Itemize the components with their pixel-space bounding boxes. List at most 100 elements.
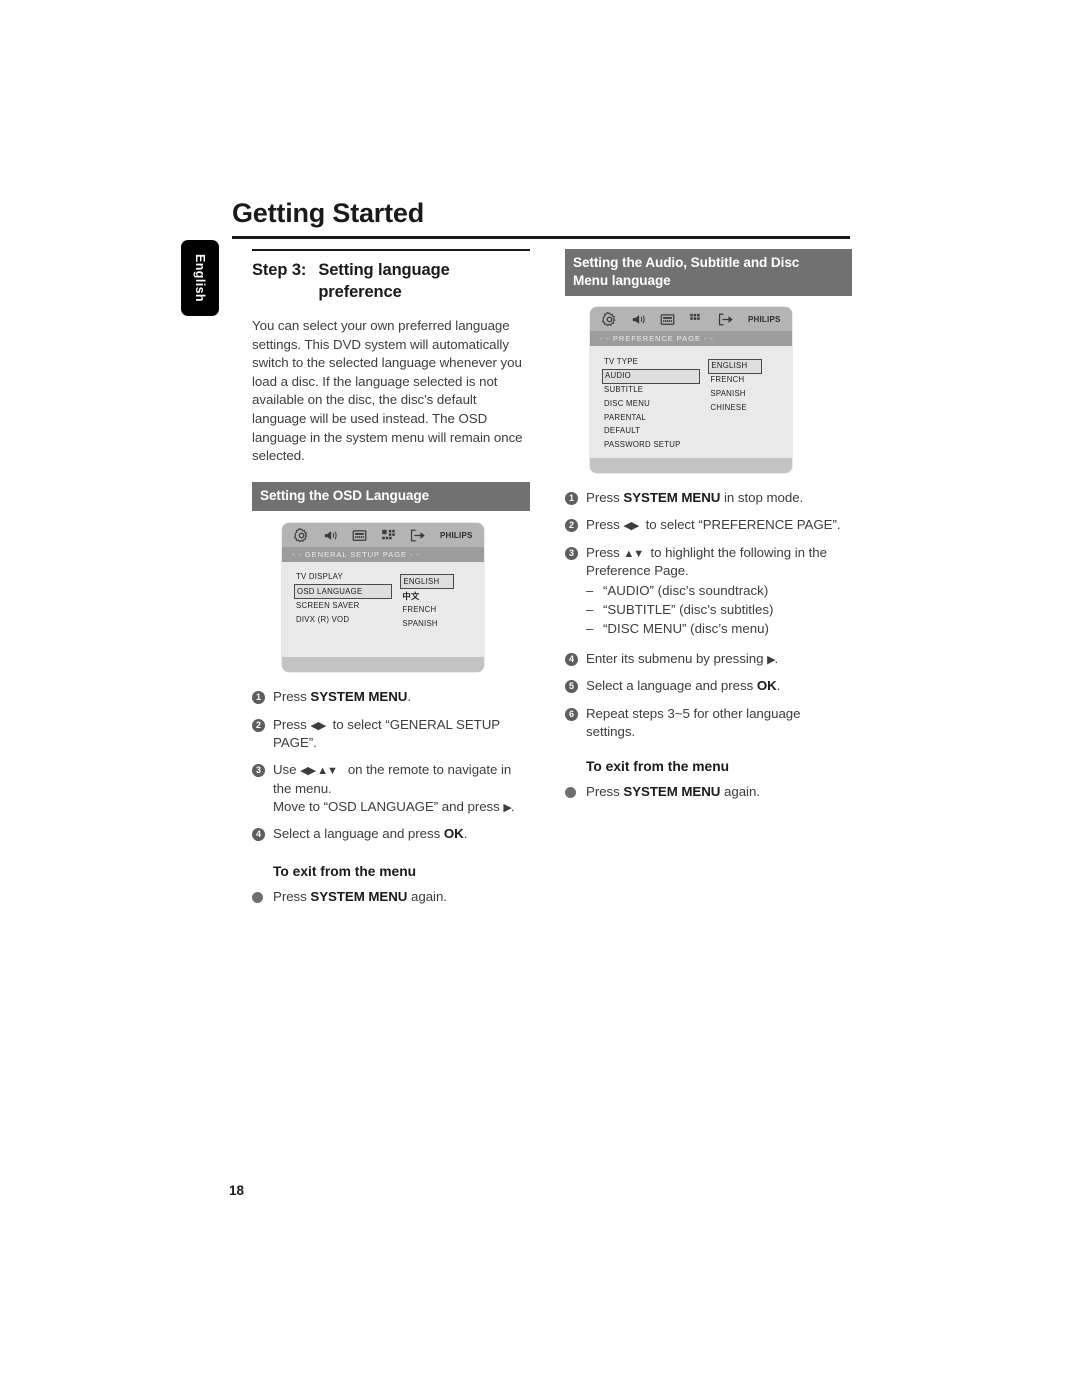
osd-icon-bar: PHILIPS: [590, 307, 792, 332]
step-item: 1 Press SYSTEM MENU.: [252, 688, 530, 706]
sublist-text: “AUDIO” (disc’s soundtrack): [603, 583, 769, 599]
intro-paragraph: You can select your own preferred langua…: [252, 318, 523, 464]
left-column: Step 3: Setting language preference You …: [252, 249, 530, 915]
osd-menu-item[interactable]: TV DISPLAY: [294, 571, 400, 585]
sublist-item: – “AUDIO” (disc’s soundtrack): [586, 582, 852, 601]
step-title-line2: preference: [318, 283, 402, 302]
step-text: Select a language and press OK.: [273, 826, 468, 842]
osd-menu-item[interactable]: SUBTITLE: [602, 384, 708, 398]
section-header-line1: Setting the Audio, Subtitle and Disc: [573, 255, 800, 270]
step-number: Step 3:: [252, 260, 307, 279]
step-text: Press ▲▼ to highlight the following in t…: [586, 544, 827, 579]
osd-screenshot-preference-page: PHILIPS - - PREFERENCE PAGE - - TV TYPE …: [590, 307, 792, 474]
step-item: 2 Press ◀▶ to select “PREFERENCE PAGE”.: [565, 516, 852, 534]
step-bullet-number: 3: [252, 764, 265, 778]
exit-arrow-icon: [718, 314, 733, 326]
grid-squares-icon: [382, 529, 395, 540]
osd-option-wrap: ENGLISH: [400, 571, 484, 590]
language-side-tab-label: English: [193, 254, 207, 302]
language-side-tab: English: [181, 240, 219, 316]
osd-body: TV TYPE AUDIO SUBTITLE DISC MENU PARENTA…: [590, 346, 792, 452]
osd-page-title: - - PREFERENCE PAGE - -: [590, 331, 792, 346]
osd-option-wrap: ENGLISH: [708, 355, 792, 374]
osd-brand-philips: PHILIPS: [748, 315, 781, 325]
right-steps-list-continued: 4 Enter its submenu by pressing ▶. 5 Sel…: [565, 650, 852, 741]
osd-body: TV DISPLAY OSD LANGUAGE SCREEN SAVER DIV…: [282, 562, 484, 632]
step-item: 3 Press ▲▼ to highlight the following in…: [565, 544, 852, 581]
osd-menu-item[interactable]: DEFAULT: [602, 425, 708, 439]
right-column: Setting the Audio, Subtitle and Disc Men…: [565, 249, 852, 811]
step-text: Use ◀▶ ▲▼ on the remote to navigate in t…: [273, 762, 515, 814]
osd-icon-bar: PHILIPS: [282, 523, 484, 548]
exit-text: Press SYSTEM MENU again.: [586, 784, 760, 800]
speaker-icon: [632, 315, 645, 325]
sublist-text: “DISC MENU” (disc’s menu): [603, 621, 769, 637]
step-text: Press ◀▶ to select “GENERAL SETUP PAGE”.: [273, 716, 500, 750]
step-heading: Step 3: Setting language preference: [252, 259, 530, 305]
step-item: 2 Press ◀▶ to select “GENERAL SETUP PAGE…: [252, 716, 530, 753]
sublist-dash: –: [586, 621, 594, 637]
osd-footer-bar: [282, 657, 484, 673]
tv-screen-icon: [660, 314, 675, 326]
osd-menu-item-selected[interactable]: AUDIO: [602, 368, 701, 384]
osd-menu-item[interactable]: PASSWORD SETUP: [602, 438, 708, 452]
exit-heading: To exit from the menu: [273, 863, 417, 879]
step-bullet-number: 3: [565, 546, 578, 560]
exit-heading: To exit from the menu: [586, 759, 730, 775]
sublist-item: – “DISC MENU” (disc’s menu): [586, 620, 852, 639]
step-item: 5 Select a language and press OK.: [565, 677, 852, 695]
step-text: Select a language and press OK.: [586, 678, 781, 694]
bullet-dot-icon: [565, 787, 576, 799]
speaker-icon: [324, 531, 337, 540]
step-heading-divider: [252, 249, 530, 251]
osd-menu-list: TV TYPE AUDIO SUBTITLE DISC MENU PARENTA…: [590, 355, 708, 452]
sublist-text: “SUBTITLE” (disc’s subtitles): [603, 602, 774, 618]
tv-screen-icon: [352, 530, 367, 541]
step-text: Press SYSTEM MENU.: [273, 689, 412, 705]
step-item: 4 Select a language and press OK.: [252, 825, 530, 843]
osd-option[interactable]: 中文: [400, 589, 484, 604]
osd-option[interactable]: CHINESE: [708, 401, 792, 415]
step-bullet-number: 1: [565, 492, 578, 506]
step-bullet-number: 1: [252, 691, 265, 705]
step-bullet-number: 2: [252, 718, 265, 732]
osd-option[interactable]: FRENCH: [400, 604, 484, 618]
osd-menu-item[interactable]: DIVX (R) VOD: [294, 613, 400, 627]
osd-menu-list: TV DISPLAY OSD LANGUAGE SCREEN SAVER DIV…: [282, 571, 400, 632]
step-bullet-number: 6: [565, 707, 578, 721]
section-header-audio-subtitle-disc: Setting the Audio, Subtitle and Disc Men…: [565, 249, 852, 297]
osd-menu-item[interactable]: DISC MENU: [602, 397, 708, 411]
osd-menu-item[interactable]: TV TYPE: [602, 355, 708, 369]
osd-option[interactable]: FRENCH: [708, 374, 792, 388]
step-sublist: – “AUDIO” (disc’s soundtrack) – “SUBTITL…: [586, 582, 852, 639]
exit-text: Press SYSTEM MENU again.: [273, 888, 447, 904]
exit-bullet-item: Press SYSTEM MENU again.: [565, 783, 852, 801]
step-bullet-number: 2: [565, 519, 578, 533]
grid-squares-icon: [690, 314, 700, 321]
exit-bullet-item: Press SYSTEM MENU again.: [252, 888, 530, 906]
gear-icon: [602, 312, 616, 327]
step-item: 4 Enter its submenu by pressing ▶.: [565, 650, 852, 668]
bullet-dot-icon: [252, 891, 263, 903]
osd-option-selected[interactable]: ENGLISH: [708, 358, 763, 374]
osd-option-selected[interactable]: ENGLISH: [400, 574, 455, 590]
osd-option[interactable]: SPANISH: [400, 618, 484, 632]
section-header-line2: Menu language: [573, 273, 671, 289]
osd-page-title: - - GENERAL SETUP PAGE - -: [282, 547, 484, 562]
step-title-line1: Setting language: [318, 260, 450, 279]
osd-menu-item[interactable]: SCREEN SAVER: [294, 599, 400, 613]
step-text: Repeat steps 3~5 for other language sett…: [586, 705, 801, 740]
step-item: 6 Repeat steps 3~5 for other language se…: [565, 705, 852, 742]
sublist-dash: –: [586, 602, 594, 618]
exit-arrow-icon: [410, 529, 425, 542]
left-steps-list: 1 Press SYSTEM MENU. 2 Press ◀▶ to selec…: [252, 688, 530, 843]
title-divider: [232, 236, 850, 239]
step-text: Press ◀▶ to select “PREFERENCE PAGE”.: [586, 517, 841, 533]
step-bullet-number: 5: [565, 680, 578, 694]
page-number: 18: [229, 1183, 245, 1198]
osd-footer-bar: [590, 458, 792, 474]
osd-menu-item-selected[interactable]: OSD LANGUAGE: [294, 584, 393, 600]
sublist-item: – “SUBTITLE” (disc’s subtitles): [586, 601, 852, 620]
osd-option[interactable]: SPANISH: [708, 387, 792, 401]
osd-menu-item[interactable]: PARENTAL: [602, 411, 708, 425]
